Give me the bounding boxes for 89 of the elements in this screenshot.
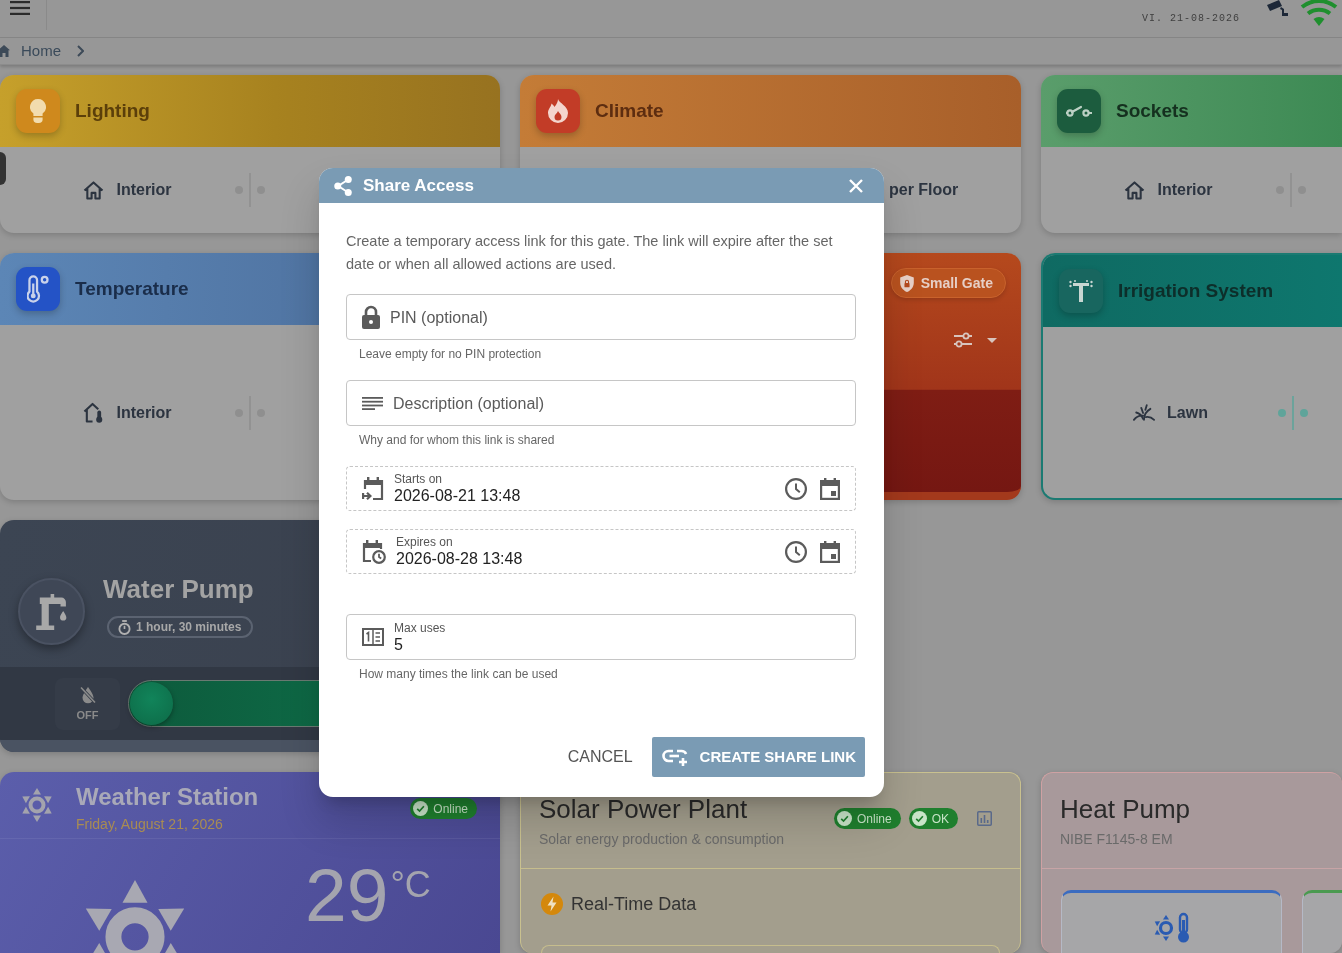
calendar-icon[interactable] [820,540,840,563]
expiry-date-field[interactable]: Expires on 2026-08-28 13:48 [346,529,856,574]
helper-text: Leave empty for no PIN protection [359,346,543,362]
grass-icon [1133,404,1156,421]
expiry-date-input[interactable]: 2026-08-28 13:48 [396,549,775,568]
check-circle-icon [911,811,927,826]
calendar-arrow-icon [362,476,384,501]
thermometer-icon [16,267,60,311]
room-label: Lawn [1167,402,1208,423]
lightbulb-icon [16,89,60,133]
water-off-icon [79,686,96,704]
cancel-button[interactable]: CANCEL [567,739,633,775]
share-icon [334,175,352,196]
card-title: Lighting [75,99,150,123]
gate-name: Small Gate [920,273,993,293]
dialog-description: Create a temporary access link for this gate. The link will expire after the set date or when all allowed actions are used. [346,232,834,274]
bar-chart-icon[interactable] [977,811,992,826]
clock-icon[interactable] [785,477,807,500]
card-title: Heat Pump [1060,794,1191,824]
link-plus-icon [661,748,688,766]
faucet-icon [18,578,85,645]
lightning-bolt-icon [541,893,563,915]
start-date-input[interactable]: 2026-08-21 13:48 [394,486,775,505]
dialog-title: Share Access [363,175,474,196]
lock-icon [362,305,380,329]
wifi-icon [1300,0,1338,26]
status-text: Online [433,801,468,816]
card-title: Water Pump [103,574,254,604]
caret-down-icon[interactable] [987,337,997,343]
drawer-handle[interactable] [0,152,6,185]
card-subtitle: Solar energy production & consumption [539,830,785,848]
stopwatch-icon [118,619,131,635]
date-label: Friday, August 21, 2026 [76,815,224,833]
room-label: Interior [1157,180,1213,200]
timer-text: 1 hour, 30 minutes [136,619,242,636]
helper-text: How many times the link can be used [359,666,559,682]
card-subtitle: NIBE F1145-8 EM [1060,830,1174,848]
room-label: per Floor [889,180,959,200]
home-thermometer-icon [83,402,105,423]
description-field[interactable]: Description (optional) [346,380,856,426]
check-circle-icon [413,801,429,816]
field-label: Max uses [394,620,446,635]
section-title: Real-Time Data [571,893,697,915]
switch-icon [1057,89,1101,133]
sun-icon [85,880,185,953]
home-icon [0,45,10,57]
chevron-right-icon [77,45,84,57]
pin-field[interactable]: PIN (optional) [346,294,856,340]
date-label: VI. 21-08-2026 [1142,12,1240,25]
sensor-tile[interactable] [1061,890,1282,953]
card-title: Temperature [75,277,189,301]
max-uses-input[interactable]: 5 [394,634,840,654]
status-text: OK [931,811,949,826]
status-text: Online [856,811,892,826]
close-button[interactable] [849,178,863,193]
description-input[interactable]: Description (optional) [393,393,840,413]
card-title: Climate [595,99,664,123]
home-icon [1124,180,1146,200]
card-title: Sockets [1116,99,1189,123]
flame-icon [536,89,580,133]
slider-thumb[interactable] [130,682,173,725]
sun-thermometer-icon [1153,912,1190,944]
numeric-icon [362,628,384,646]
max-uses-field[interactable]: Max uses 5 [346,614,856,660]
calendar-clock-icon [362,539,386,564]
clock-icon[interactable] [785,540,807,563]
card-title: Weather Station [76,783,259,811]
sensor-tile[interactable] [1302,890,1342,953]
sun-icon [22,788,52,822]
field-label: Expires on [396,535,453,549]
temperature-reading: 29$^{°C}$ [305,858,431,933]
room-label: Interior [116,402,172,423]
room-label: Interior [116,180,172,200]
calendar-icon[interactable] [820,477,840,500]
notes-icon [362,396,383,410]
check-circle-icon [836,811,852,826]
field-label: Starts on [394,472,443,486]
card-title: Irrigation System [1118,279,1274,303]
home-icon [83,180,105,200]
menu-icon[interactable] [10,1,30,15]
sliders-icon[interactable] [954,332,972,348]
card-title: Solar Power Plant [539,794,749,824]
helper-text: Why and for whom this link is shared [359,432,556,448]
start-date-field[interactable]: Starts on 2026-08-21 13:48 [346,466,856,511]
cctv-camera-icon[interactable] [1266,0,1290,16]
shield-lock-icon [899,274,914,292]
three-way-switch[interactable] [1278,395,1308,430]
sprinkler-icon [1059,269,1103,313]
pin-input[interactable]: PIN (optional) [390,307,840,327]
